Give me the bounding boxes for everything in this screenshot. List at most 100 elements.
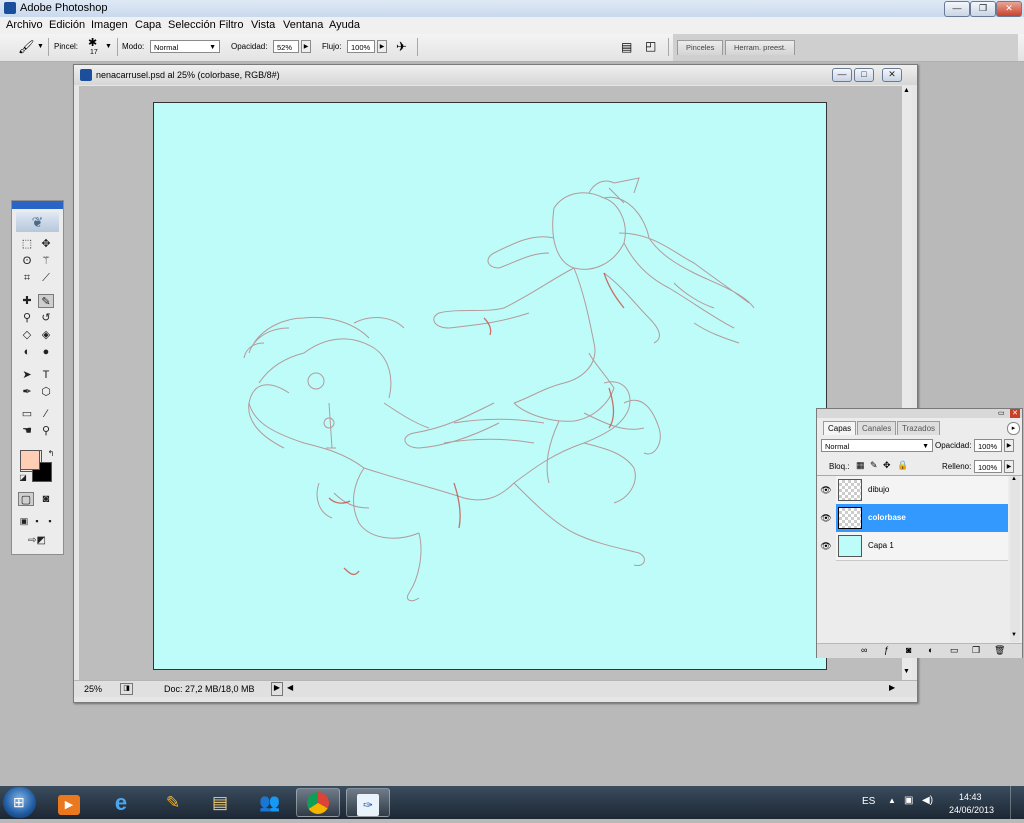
shape-tool-icon[interactable]: ⬡ [38, 385, 54, 399]
feather-icon[interactable]: ❦ [16, 212, 59, 232]
panel-close-icon[interactable]: ✕ [1010, 409, 1020, 418]
move-tool-icon[interactable]: ✥ [38, 237, 54, 251]
history-brush-tool-icon[interactable]: ↺ [38, 311, 54, 325]
live-messenger-icon[interactable]: ✎ [151, 788, 195, 817]
blur-tool-icon[interactable]: ◐ [19, 345, 35, 359]
scroll-up-icon[interactable]: ▲ [903, 87, 910, 94]
standard-mode-icon[interactable]: ▢ [18, 492, 34, 506]
file-explorer-icon[interactable]: ▤ [198, 788, 242, 817]
tab-trazados[interactable]: Trazados [897, 421, 941, 435]
flow-field[interactable]: 100% [347, 40, 375, 53]
file-browser-icon[interactable]: ▤ [621, 40, 632, 54]
eye-icon[interactable]: 👁 [820, 476, 832, 504]
doc-minimize-button[interactable]: — [832, 68, 852, 82]
swap-colors-icon[interactable]: ↰ [43, 447, 59, 461]
photoshop-task-icon[interactable]: ✑ [346, 788, 390, 817]
eraser-tool-icon[interactable]: ◇ [19, 328, 35, 342]
jump-to-imageready-icon[interactable]: ⇨◩ [20, 534, 54, 548]
opacity-field[interactable]: 52% [273, 40, 299, 53]
paint-bucket-tool-icon[interactable]: ◈ [38, 328, 54, 342]
image-canvas[interactable] [153, 102, 827, 670]
brush-preview-icon[interactable]: ✱ [88, 36, 97, 49]
layer-row-colorbase[interactable]: 👁 colorbase [820, 504, 1008, 533]
new-group-icon[interactable]: ▭ [950, 645, 959, 656]
layer-mask-icon[interactable]: ◙ [906, 645, 911, 655]
lock-all-icon[interactable]: 🔒 [897, 460, 908, 471]
menu-vista[interactable]: Vista [251, 19, 275, 31]
lock-pixels-icon[interactable]: ✎ [870, 460, 878, 471]
magic-wand-tool-icon[interactable]: ⚚ [38, 254, 54, 268]
brush-tool-icon[interactable]: 🖌 [18, 39, 35, 55]
eyedropper-tool-icon[interactable]: ⁄ [38, 407, 54, 421]
menu-edicion[interactable]: Edición [49, 19, 85, 31]
menu-ayuda[interactable]: Ayuda [329, 19, 360, 31]
marquee-tool-icon[interactable]: ⬚ [19, 237, 35, 251]
minimize-button[interactable]: — [944, 1, 970, 17]
show-hidden-icons-icon[interactable]: ▲ [888, 796, 896, 805]
tab-herram-preest[interactable]: Herram. preest. [725, 40, 796, 55]
tab-pinceles[interactable]: Pinceles [677, 40, 724, 55]
notes-tool-icon[interactable]: ▭ [19, 407, 35, 421]
path-selection-tool-icon[interactable]: ➤ [19, 368, 35, 382]
chrome-icon[interactable] [296, 788, 340, 817]
layer-row-capa-1[interactable]: 👁 Capa 1 [820, 532, 1008, 561]
scroll-down-icon[interactable]: ▼ [1011, 632, 1017, 638]
lock-position-icon[interactable]: ✥ [883, 460, 891, 471]
toolbox-header[interactable] [12, 201, 63, 209]
document-title-bar[interactable]: nenacarrusel.psd al 25% (colorbase, RGB/… [74, 65, 917, 85]
menu-ventana[interactable]: Ventana [283, 19, 323, 31]
panel-minimize-icon[interactable]: ▭ [998, 409, 1005, 417]
healing-brush-tool-icon[interactable]: ✚ [19, 294, 35, 308]
volume-icon[interactable]: ◀) [922, 795, 933, 806]
status-menu-arrow-icon[interactable]: ▶ [271, 682, 283, 696]
clock-date[interactable]: 24/06/2013 [949, 805, 994, 815]
link-layers-icon[interactable]: ∞ [861, 645, 867, 655]
quick-mask-mode-icon[interactable]: ◙ [38, 492, 54, 506]
brush-tool-icon[interactable]: ✎ [38, 294, 54, 308]
scroll-up-icon[interactable]: ▲ [1011, 476, 1017, 482]
hand-tool-icon[interactable]: ☚ [19, 424, 35, 438]
layers-scrollbar[interactable]: ▲ ▼ [1010, 476, 1020, 642]
lasso-tool-icon[interactable]: ʘ [19, 254, 35, 268]
maximize-button[interactable]: ❐ [970, 1, 996, 17]
panel-menu-icon[interactable]: ▸ [1007, 422, 1020, 435]
layer-row-dibujo[interactable]: 👁 dibujo [820, 476, 1008, 505]
scroll-down-icon[interactable]: ▼ [903, 668, 910, 675]
menu-capa[interactable]: Capa [135, 19, 161, 31]
language-indicator[interactable]: ES [862, 796, 875, 807]
menu-seleccion[interactable]: Selección [168, 19, 216, 31]
network-status-icon[interactable]: ▣ [904, 795, 913, 806]
tab-canales[interactable]: Canales [857, 421, 897, 435]
zoom-level[interactable]: 25% [84, 684, 102, 694]
slice-tool-icon[interactable]: ⟋ [38, 271, 54, 285]
default-colors-icon[interactable]: ◪ [15, 471, 31, 485]
screen-mode-full-icon[interactable]: ▪ [42, 514, 58, 528]
eye-icon[interactable]: 👁 [820, 504, 832, 532]
delete-layer-icon[interactable]: 🗑 [994, 645, 1005, 656]
scroll-left-icon[interactable]: ◀ [287, 683, 293, 692]
fill-slider-button[interactable]: ▶ [1004, 460, 1014, 473]
layer-opacity-slider-button[interactable]: ▶ [1004, 439, 1014, 452]
menu-filtro[interactable]: Filtro [219, 19, 243, 31]
new-layer-icon[interactable]: ❐ [972, 645, 980, 656]
adjustment-layer-icon[interactable]: ◐ [928, 645, 933, 655]
menu-imagen[interactable]: Imagen [91, 19, 128, 31]
eye-icon[interactable]: 👁 [820, 532, 832, 560]
type-tool-icon[interactable]: T [38, 368, 54, 382]
layers-panel-header[interactable]: ▭ ✕ [817, 409, 1022, 418]
start-button[interactable]: ⊞ [3, 787, 36, 818]
opacity-slider-button[interactable]: ▶ [301, 40, 311, 53]
doc-close-button[interactable]: ✕ [882, 68, 902, 82]
network-icon[interactable]: 👥 [248, 788, 292, 817]
layer-style-icon[interactable]: ƒ [884, 645, 889, 655]
flow-slider-button[interactable]: ▶ [377, 40, 387, 53]
layer-opacity-field[interactable]: 100% [974, 439, 1002, 452]
brush-picker-arrow-icon[interactable]: ▼ [105, 43, 112, 50]
tab-capas[interactable]: Capas [823, 421, 857, 435]
close-button[interactable]: ✕ [996, 1, 1022, 17]
doc-maximize-button[interactable]: □ [854, 68, 874, 82]
clock-time[interactable]: 14:43 [959, 792, 982, 802]
fill-field[interactable]: 100% [974, 460, 1002, 473]
tool-preset-arrow-icon[interactable]: ▼ [37, 43, 44, 50]
dodge-tool-icon[interactable]: ● [38, 345, 54, 359]
